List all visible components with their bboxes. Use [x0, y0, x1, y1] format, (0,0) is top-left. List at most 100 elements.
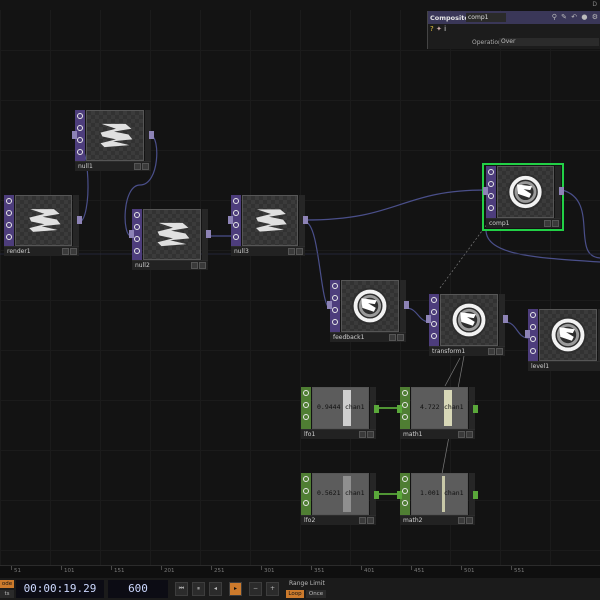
- node-name[interactable]: math1: [403, 431, 423, 438]
- color-icon[interactable]: ●: [581, 13, 588, 21]
- output-connector[interactable]: [149, 131, 154, 139]
- node-name[interactable]: null2: [135, 262, 150, 269]
- node-name[interactable]: render1: [7, 248, 31, 255]
- viewer-active-icon[interactable]: [233, 198, 239, 204]
- comment-icon[interactable]: ✎: [561, 13, 568, 21]
- node-comp1[interactable]: comp1: [483, 166, 564, 228]
- input-connector[interactable]: [228, 216, 233, 224]
- viewer-active-icon[interactable]: [402, 476, 408, 482]
- lock-flag[interactable]: [544, 220, 551, 227]
- bypass-icon[interactable]: [402, 402, 408, 408]
- lock-flag[interactable]: [458, 431, 465, 438]
- step-back-frame-icon[interactable]: −: [249, 582, 262, 596]
- bypass-icon[interactable]: [332, 295, 338, 301]
- bypass-icon[interactable]: [233, 210, 239, 216]
- display-flag-icon[interactable]: [402, 500, 408, 506]
- output-connector[interactable]: [503, 315, 508, 323]
- viewer-active-icon[interactable]: [488, 169, 494, 175]
- node-lfo2[interactable]: 0.5621 chan1 lfo2: [301, 473, 379, 525]
- lock-flag[interactable]: [134, 163, 141, 170]
- undo-icon[interactable]: ↶: [571, 13, 578, 21]
- pause-icon[interactable]: ⏸: [192, 582, 205, 596]
- viewer-active-icon[interactable]: [402, 390, 408, 396]
- lock-flag[interactable]: [288, 248, 295, 255]
- node-render1[interactable]: render1: [4, 195, 82, 256]
- operator-name-field[interactable]: comp1: [466, 13, 506, 22]
- bypass-icon[interactable]: [134, 224, 140, 230]
- lock-flag[interactable]: [191, 262, 198, 269]
- loop-button[interactable]: Loop: [286, 590, 304, 598]
- cook-icon[interactable]: [134, 248, 140, 254]
- bypass-icon[interactable]: [431, 309, 437, 315]
- lock-flag[interactable]: [488, 348, 495, 355]
- cook-icon[interactable]: [488, 205, 494, 211]
- output-connector[interactable]: [374, 491, 379, 499]
- bypass-icon[interactable]: [402, 488, 408, 494]
- operation-menu[interactable]: Over: [499, 38, 599, 46]
- step-forward-icon[interactable]: +: [266, 582, 279, 596]
- node-name[interactable]: transform1: [432, 348, 465, 355]
- bypass-icon[interactable]: [488, 181, 494, 187]
- input-connector[interactable]: [426, 315, 431, 323]
- output-connector[interactable]: [473, 491, 478, 499]
- mode-button[interactable]: ode: [0, 580, 14, 588]
- output-connector[interactable]: [473, 405, 478, 413]
- info-icon[interactable]: i: [444, 25, 446, 33]
- display-flag-icon[interactable]: [303, 500, 309, 506]
- output-connector[interactable]: [559, 187, 564, 195]
- display-flag-icon[interactable]: [77, 137, 83, 143]
- display-flag-icon[interactable]: [134, 236, 140, 242]
- expand-flag[interactable]: [466, 431, 473, 438]
- once-button[interactable]: Once: [306, 590, 326, 598]
- node-name[interactable]: lfo1: [304, 431, 315, 438]
- display-flag-icon[interactable]: [6, 222, 12, 228]
- expand-flag[interactable]: [466, 517, 473, 524]
- node-name[interactable]: level1: [531, 363, 549, 370]
- node-name[interactable]: comp1: [489, 220, 509, 227]
- lock-flag[interactable]: [62, 248, 69, 255]
- node-transform1[interactable]: transform1: [426, 294, 508, 356]
- viewer-active-icon[interactable]: [303, 476, 309, 482]
- input-connector[interactable]: [397, 405, 402, 413]
- input-connector[interactable]: [525, 330, 530, 338]
- expand-flag[interactable]: [199, 262, 206, 269]
- node-level1[interactable]: level1: [525, 309, 600, 371]
- cook-icon[interactable]: [332, 319, 338, 325]
- output-connector[interactable]: [77, 216, 82, 224]
- display-flag-icon[interactable]: [332, 307, 338, 313]
- pane-menu-icon[interactable]: D: [592, 1, 597, 8]
- mode-button-secondary[interactable]: ts: [0, 590, 14, 598]
- network-editor[interactable]: render1 null1 null2 null3 comp1 feedback…: [0, 0, 600, 600]
- lock-flag[interactable]: [458, 517, 465, 524]
- output-connector[interactable]: [303, 216, 308, 224]
- more-icon[interactable]: ⚙: [592, 13, 599, 21]
- play-icon[interactable]: ▸: [229, 582, 242, 596]
- node-lfo1[interactable]: 0.9444 chan1 lfo1: [301, 387, 379, 439]
- help-icon[interactable]: ?: [430, 25, 434, 33]
- node-name[interactable]: math2: [403, 517, 423, 524]
- bypass-icon[interactable]: [303, 402, 309, 408]
- viewer-active-icon[interactable]: [332, 283, 338, 289]
- bypass-icon[interactable]: [303, 488, 309, 494]
- input-connector[interactable]: [129, 230, 134, 238]
- node-null2[interactable]: null2: [129, 209, 211, 270]
- display-flag-icon[interactable]: [233, 222, 239, 228]
- viewer-active-icon[interactable]: [6, 198, 12, 204]
- node-name[interactable]: null1: [78, 163, 93, 170]
- input-connector[interactable]: [483, 187, 488, 195]
- lock-flag[interactable]: [359, 517, 366, 524]
- node-math2[interactable]: 1.001 chan1 math2: [397, 473, 478, 525]
- expand-flag[interactable]: [552, 220, 559, 227]
- cook-icon[interactable]: [431, 333, 437, 339]
- frame-display[interactable]: 600: [108, 580, 168, 598]
- cook-icon[interactable]: [233, 234, 239, 240]
- lock-flag[interactable]: [359, 431, 366, 438]
- input-connector[interactable]: [327, 301, 332, 309]
- display-flag-icon[interactable]: [488, 193, 494, 199]
- viewer-active-icon[interactable]: [431, 297, 437, 303]
- python-icon[interactable]: ✦: [436, 25, 442, 33]
- timeline-ruler[interactable]: 51 101 151 201 251 301 351 401 451 501 551: [0, 565, 600, 578]
- input-connector[interactable]: [397, 491, 402, 499]
- expand-flag[interactable]: [367, 431, 374, 438]
- node-feedback1[interactable]: feedback1: [327, 280, 409, 342]
